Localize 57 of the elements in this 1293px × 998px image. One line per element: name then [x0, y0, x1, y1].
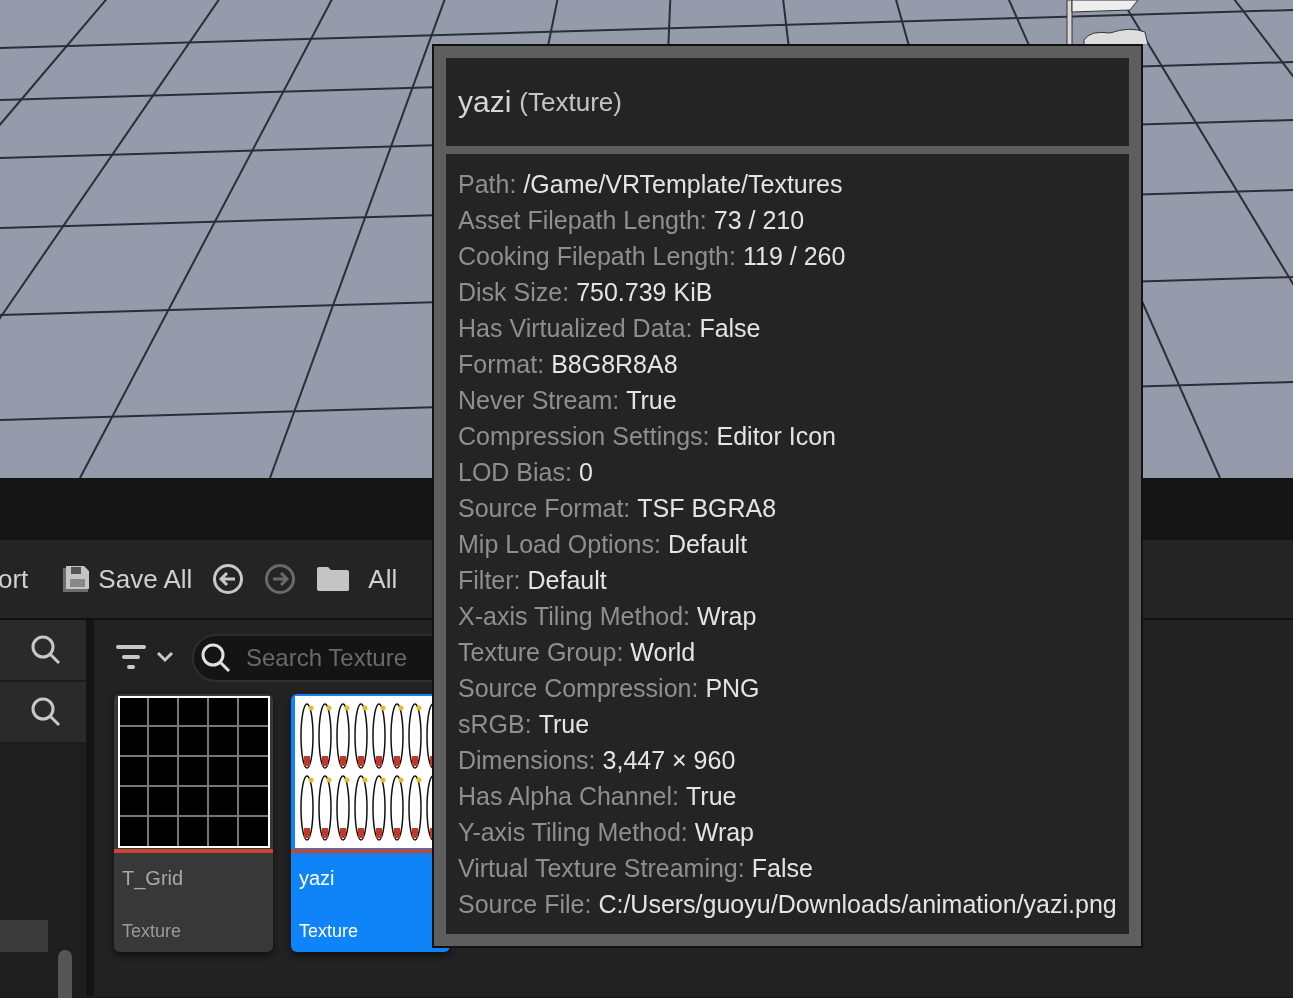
- property-label: Filter:: [458, 565, 521, 595]
- property-value: /Game/VRTemplate/Textures: [523, 169, 843, 199]
- scrollbar-thumb[interactable]: [58, 950, 72, 998]
- asset-type-label: Texture: [298, 921, 360, 943]
- property-label: Y-axis Tiling Method:: [458, 817, 688, 847]
- property-value: Wrap: [694, 817, 755, 847]
- property-label: Dimensions:: [458, 745, 596, 775]
- asset-tile[interactable]: T_Grid Texture: [114, 694, 273, 952]
- property-value: Default: [527, 565, 607, 595]
- property-value: False: [751, 853, 813, 883]
- property-label: Has Alpha Channel:: [458, 781, 679, 811]
- property-value: False: [699, 313, 761, 343]
- property-value: World: [630, 637, 696, 667]
- property-label: Format:: [458, 349, 545, 379]
- property-value: Editor Icon: [716, 421, 837, 451]
- tooltip-title: yazi: [458, 85, 512, 119]
- list-row-highlight: [0, 920, 48, 952]
- property-label: Mip Load Options:: [458, 529, 661, 559]
- property-label: Asset Filepath Length:: [458, 205, 707, 235]
- property-label: Compression Settings:: [458, 421, 710, 451]
- property-label: Disk Size:: [458, 277, 570, 307]
- property-value: 0: [578, 457, 593, 487]
- tooltip-subtitle: (Texture): [519, 86, 622, 118]
- property-value: True: [686, 781, 737, 811]
- property-value: PNG: [705, 673, 760, 703]
- property-value: Default: [667, 529, 748, 559]
- property-label: Virtual Texture Streaming:: [458, 853, 745, 883]
- property-label: sRGB:: [458, 709, 532, 739]
- property-label: Source File:: [458, 889, 592, 919]
- property-value: True: [538, 709, 590, 739]
- all-folder-button[interactable]: All: [316, 563, 398, 595]
- property-value: 73 / 210: [713, 205, 805, 235]
- search-icon: [30, 696, 62, 728]
- property-value: 750.739 KiB: [576, 277, 713, 307]
- search-button[interactable]: [0, 620, 86, 680]
- property-value: TSF BGRA8: [637, 493, 777, 523]
- property-value: C:/Users/guoyu/Downloads/animation/yazi.png: [598, 889, 1117, 919]
- asset-name: T_Grid: [121, 866, 185, 892]
- property-value: True: [626, 385, 677, 415]
- property-label: X-axis Tiling Method:: [458, 601, 691, 631]
- property-label: Cooking Filepath Length:: [458, 241, 736, 271]
- property-label: LOD Bias:: [458, 457, 572, 487]
- property-value: 3,447 × 960: [602, 745, 736, 775]
- save-all-button[interactable]: Save All: [62, 563, 193, 595]
- search-icon: [200, 642, 232, 674]
- property-value: Wrap: [697, 601, 757, 631]
- property-value: B8G8R8A8: [551, 349, 678, 379]
- asset-type-label: Texture: [121, 921, 183, 943]
- search-icon: [30, 634, 62, 666]
- property-label: Path:: [458, 169, 517, 199]
- asset-name: yazi: [298, 866, 336, 891]
- property-label: Has Virtualized Data:: [458, 313, 693, 343]
- folder-icon: [316, 566, 351, 592]
- property-label: Source Format:: [458, 493, 631, 523]
- search-button[interactable]: [0, 682, 86, 742]
- property-value: 119 / 260: [742, 241, 846, 271]
- property-label: Never Stream:: [458, 385, 620, 415]
